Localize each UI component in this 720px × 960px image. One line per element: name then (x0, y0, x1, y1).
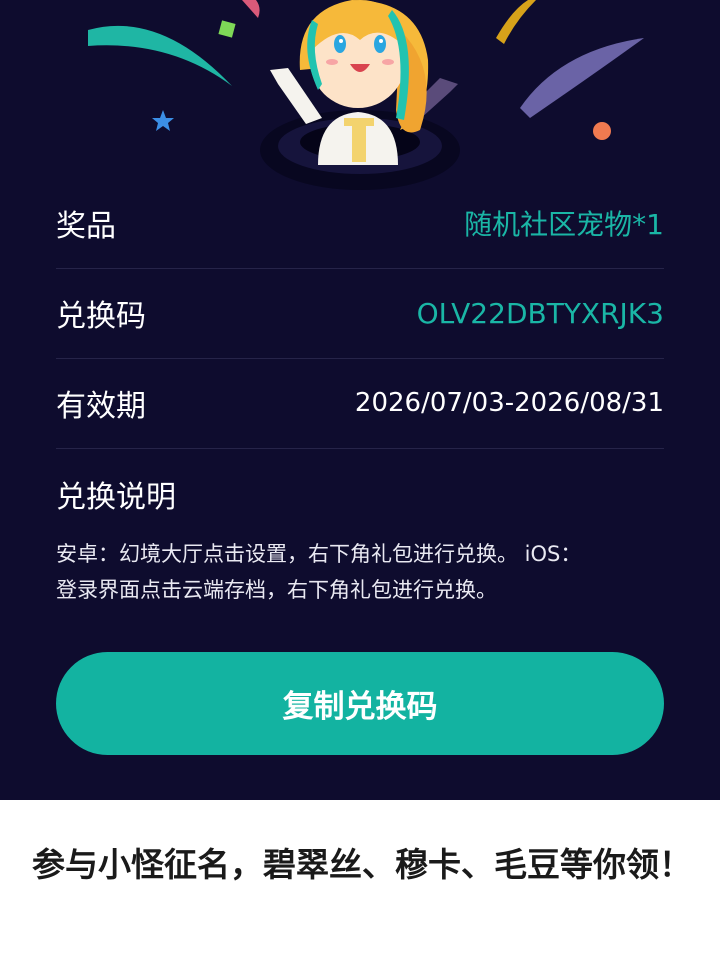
copy-code-button[interactable]: 复制兑换码 (56, 652, 664, 755)
star-icon (152, 110, 174, 131)
instructions-title: 兑换说明 (56, 480, 176, 515)
instructions-line-2: 登录界面点击云端存档，右下角礼包进行兑换。 (56, 578, 497, 602)
orange-dot (593, 122, 611, 140)
redeem-code-value[interactable]: OLV22DBTYXRJK3 (417, 297, 664, 330)
article-title[interactable]: 参与小怪征名，碧翠丝、穆卡、毛豆等你领！ (32, 836, 692, 894)
yellow-ribbon (496, 0, 536, 44)
validity-row: 有效期 2026/07/03-2026/08/31 (56, 358, 664, 449)
prize-value: 随机社区宠物*1 (464, 208, 664, 241)
hero-illustration (0, 0, 720, 190)
prize-label: 奖品 (56, 209, 116, 244)
instructions-line-1: 安卓：幻境大厅点击设置，右下角礼包进行兑换。 iOS： (56, 542, 582, 566)
validity-label: 有效期 (56, 389, 146, 424)
instructions-text: 安卓：幻境大厅点击设置，右下角礼包进行兑换。 iOS： 登录界面点击云端存档，右… (56, 536, 666, 608)
code-row: 兑换码 OLV22DBTYXRJK3 (56, 268, 664, 359)
prize-row: 奖品 随机社区宠物*1 (56, 178, 664, 269)
purple-ribbon (520, 38, 644, 118)
validity-value: 2026/07/03-2026/08/31 (354, 388, 664, 418)
teal-ribbon (88, 25, 232, 86)
pink-ribbon (242, 0, 260, 18)
code-label: 兑换码 (56, 299, 146, 334)
square-confetti (218, 20, 236, 38)
redeem-card: 奖品 随机社区宠物*1 兑换码 OLV22DBTYXRJK3 有效期 2026/… (0, 0, 720, 800)
